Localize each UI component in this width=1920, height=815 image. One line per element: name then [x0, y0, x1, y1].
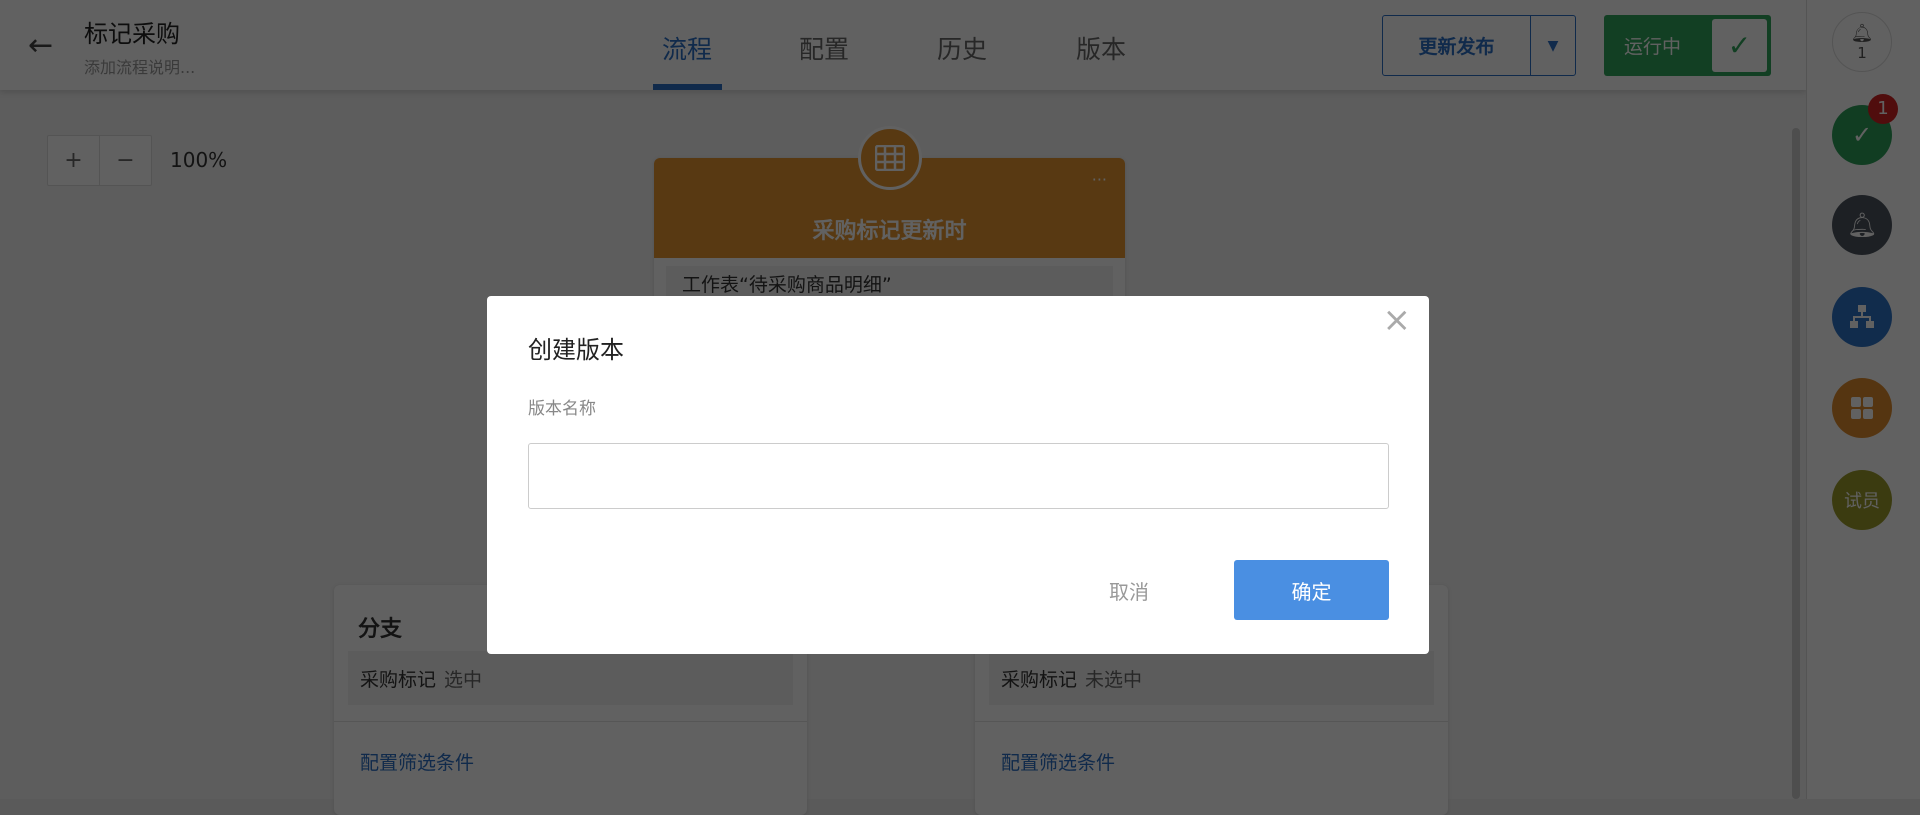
close-icon[interactable]: × [1383, 300, 1412, 340]
org-chart-icon [1850, 305, 1874, 328]
divider [975, 721, 1448, 722]
todo-badge: 1 [1868, 94, 1898, 124]
notification-count: 1 [1857, 43, 1867, 62]
update-publish-button[interactable]: 更新发布 [1383, 32, 1530, 59]
tab-config[interactable]: 配置 [799, 30, 849, 66]
notification-button[interactable]: 🔔︎ 1 [1832, 12, 1892, 72]
confirm-button[interactable]: 确定 [1234, 560, 1389, 620]
running-toggle[interactable]: 运行中 ✓ [1604, 15, 1771, 76]
dialog-title: 创建版本 [528, 336, 624, 364]
zoom-in-button[interactable]: + [48, 136, 99, 185]
condition-field: 采购标记 [360, 669, 437, 691]
table-icon [858, 126, 922, 190]
tab-flow[interactable]: 流程 [662, 30, 712, 66]
version-name-input[interactable] [528, 443, 1389, 509]
check-circle-icon: ✓ [1851, 121, 1873, 149]
version-name-label: 版本名称 [528, 399, 596, 419]
alerts-button[interactable]: 🔔︎ [1832, 195, 1892, 255]
branch-condition: 采购标记 未选中 [989, 651, 1434, 705]
tab-version[interactable]: 版本 [1076, 30, 1126, 66]
zoom-level: 100% [170, 148, 228, 172]
check-icon: ✓ [1712, 19, 1767, 72]
top-header: ← 标记采购 添加流程说明... 流程 配置 历史 版本 更新发布 ▼ 运行中 … [0, 0, 1806, 90]
publish-button-group: 更新发布 ▼ [1382, 15, 1576, 76]
branch-condition: 采购标记 选中 [348, 651, 793, 705]
trigger-title: 采购标记更新时 [812, 219, 967, 244]
workflow-description[interactable]: 添加流程说明... [84, 54, 195, 78]
apps-button[interactable] [1832, 378, 1892, 438]
configure-filter-link[interactable]: 配置筛选条件 [1001, 748, 1115, 775]
cancel-button[interactable]: 取消 [1087, 560, 1171, 620]
condition-value: 未选中 [1085, 669, 1143, 691]
tab-history[interactable]: 历史 [937, 30, 987, 66]
bell-icon: 🔔︎ [1850, 22, 1874, 44]
running-status-label: 运行中 [1624, 36, 1682, 58]
create-version-dialog: 创建版本 × 版本名称 取消 确定 [487, 296, 1429, 654]
bell-icon: 🔔︎ [1846, 211, 1878, 239]
canvas-scrollbar[interactable] [1792, 128, 1800, 799]
more-options-icon[interactable]: ··· [1092, 170, 1107, 189]
zoom-controls: + − [47, 135, 152, 186]
active-tab-indicator [653, 84, 722, 90]
condition-value: 选中 [444, 669, 483, 691]
configure-filter-link[interactable]: 配置筛选条件 [360, 748, 474, 775]
zoom-out-button[interactable]: − [99, 136, 151, 185]
org-chart-button[interactable] [1832, 287, 1892, 347]
divider [334, 721, 807, 722]
back-arrow-icon[interactable]: ← [28, 28, 53, 63]
branch-title: 分支 [358, 617, 403, 642]
workflow-title[interactable]: 标记采购 [84, 14, 180, 49]
condition-field: 采购标记 [1001, 669, 1078, 691]
publish-dropdown-caret-icon[interactable]: ▼ [1530, 16, 1575, 75]
grid-icon [1851, 397, 1873, 419]
user-avatar[interactable]: 试员 [1832, 470, 1892, 530]
